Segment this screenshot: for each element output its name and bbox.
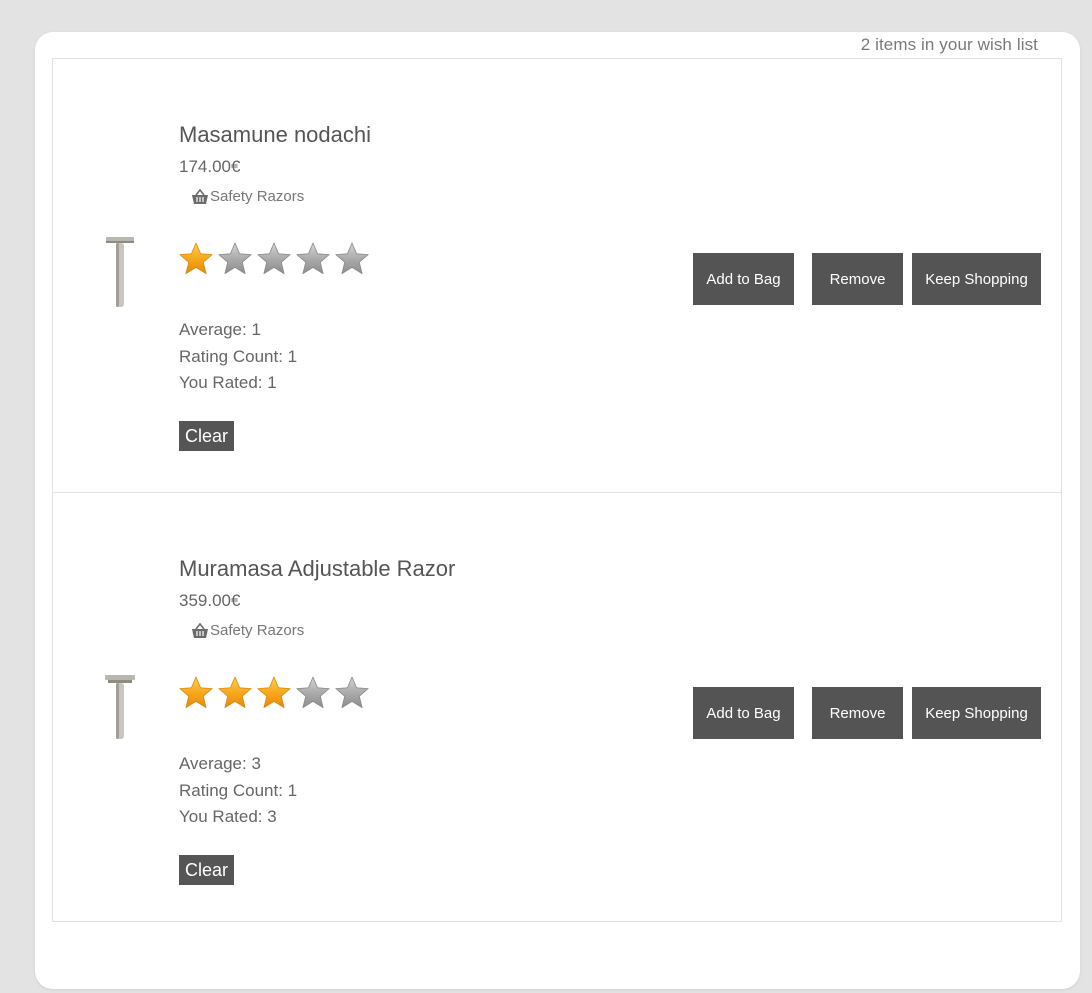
remove-button[interactable]: Remove bbox=[812, 687, 903, 739]
rating-stats: Average: 3 Rating Count: 1 You Rated: 3 bbox=[179, 751, 297, 831]
clear-rating-button[interactable]: Clear bbox=[179, 855, 234, 885]
category-label: Safety Razors bbox=[210, 622, 305, 639]
product-price: 359.00€ bbox=[179, 591, 241, 610]
star-filled-icon[interactable] bbox=[217, 675, 253, 711]
wishlist-list: Masamune nodachi 174.00€ Safety Razors A… bbox=[52, 58, 1062, 922]
remove-button[interactable]: Remove bbox=[812, 253, 903, 305]
rating-count: Rating Count: 1 bbox=[179, 780, 298, 800]
rating-stats: Average: 1 Rating Count: 1 You Rated: 1 bbox=[179, 317, 297, 397]
keep-shopping-button[interactable]: Keep Shopping bbox=[912, 253, 1041, 305]
wishlist-item: Masamune nodachi 174.00€ Safety Razors A… bbox=[53, 59, 1061, 492]
rating-count: Rating Count: 1 bbox=[179, 346, 298, 366]
razor-icon[interactable] bbox=[103, 675, 137, 741]
average-rating: Average: 3 bbox=[179, 754, 261, 773]
product-name[interactable]: Masamune nodachi bbox=[179, 122, 371, 148]
user-rating: You Rated: 1 bbox=[179, 373, 277, 392]
star-empty-icon[interactable] bbox=[256, 241, 292, 277]
product-name[interactable]: Muramasa Adjustable Razor bbox=[179, 556, 455, 582]
wishlist-count: 2 items in your wish list bbox=[860, 35, 1038, 54]
average-rating: Average: 1 bbox=[179, 320, 261, 339]
star-filled-icon[interactable] bbox=[256, 675, 292, 711]
star-filled-icon[interactable] bbox=[178, 675, 214, 711]
star-empty-icon[interactable] bbox=[334, 675, 370, 711]
product-category[interactable]: Safety Razors bbox=[191, 622, 304, 639]
wishlist-card: 2 items in your wish list Masamune nodac… bbox=[35, 32, 1080, 989]
wishlist-item: Muramasa Adjustable Razor 359.00€ Safety… bbox=[53, 492, 1061, 923]
add-to-bag-button[interactable]: Add to Bag bbox=[693, 253, 794, 305]
product-price: 174.00€ bbox=[179, 157, 241, 176]
star-rating[interactable] bbox=[178, 675, 370, 711]
razor-icon[interactable] bbox=[103, 237, 137, 309]
clear-rating-button[interactable]: Clear bbox=[179, 421, 234, 451]
basket-icon bbox=[192, 622, 208, 638]
keep-shopping-button[interactable]: Keep Shopping bbox=[912, 687, 1041, 739]
star-empty-icon[interactable] bbox=[295, 675, 331, 711]
star-empty-icon[interactable] bbox=[217, 241, 253, 277]
star-empty-icon[interactable] bbox=[334, 241, 370, 277]
product-category[interactable]: Safety Razors bbox=[191, 188, 304, 205]
add-to-bag-button[interactable]: Add to Bag bbox=[693, 687, 794, 739]
user-rating: You Rated: 3 bbox=[179, 807, 277, 826]
basket-icon bbox=[192, 188, 208, 204]
star-empty-icon[interactable] bbox=[295, 241, 331, 277]
star-filled-icon[interactable] bbox=[178, 241, 214, 277]
star-rating[interactable] bbox=[178, 241, 370, 277]
category-label: Safety Razors bbox=[210, 188, 305, 205]
